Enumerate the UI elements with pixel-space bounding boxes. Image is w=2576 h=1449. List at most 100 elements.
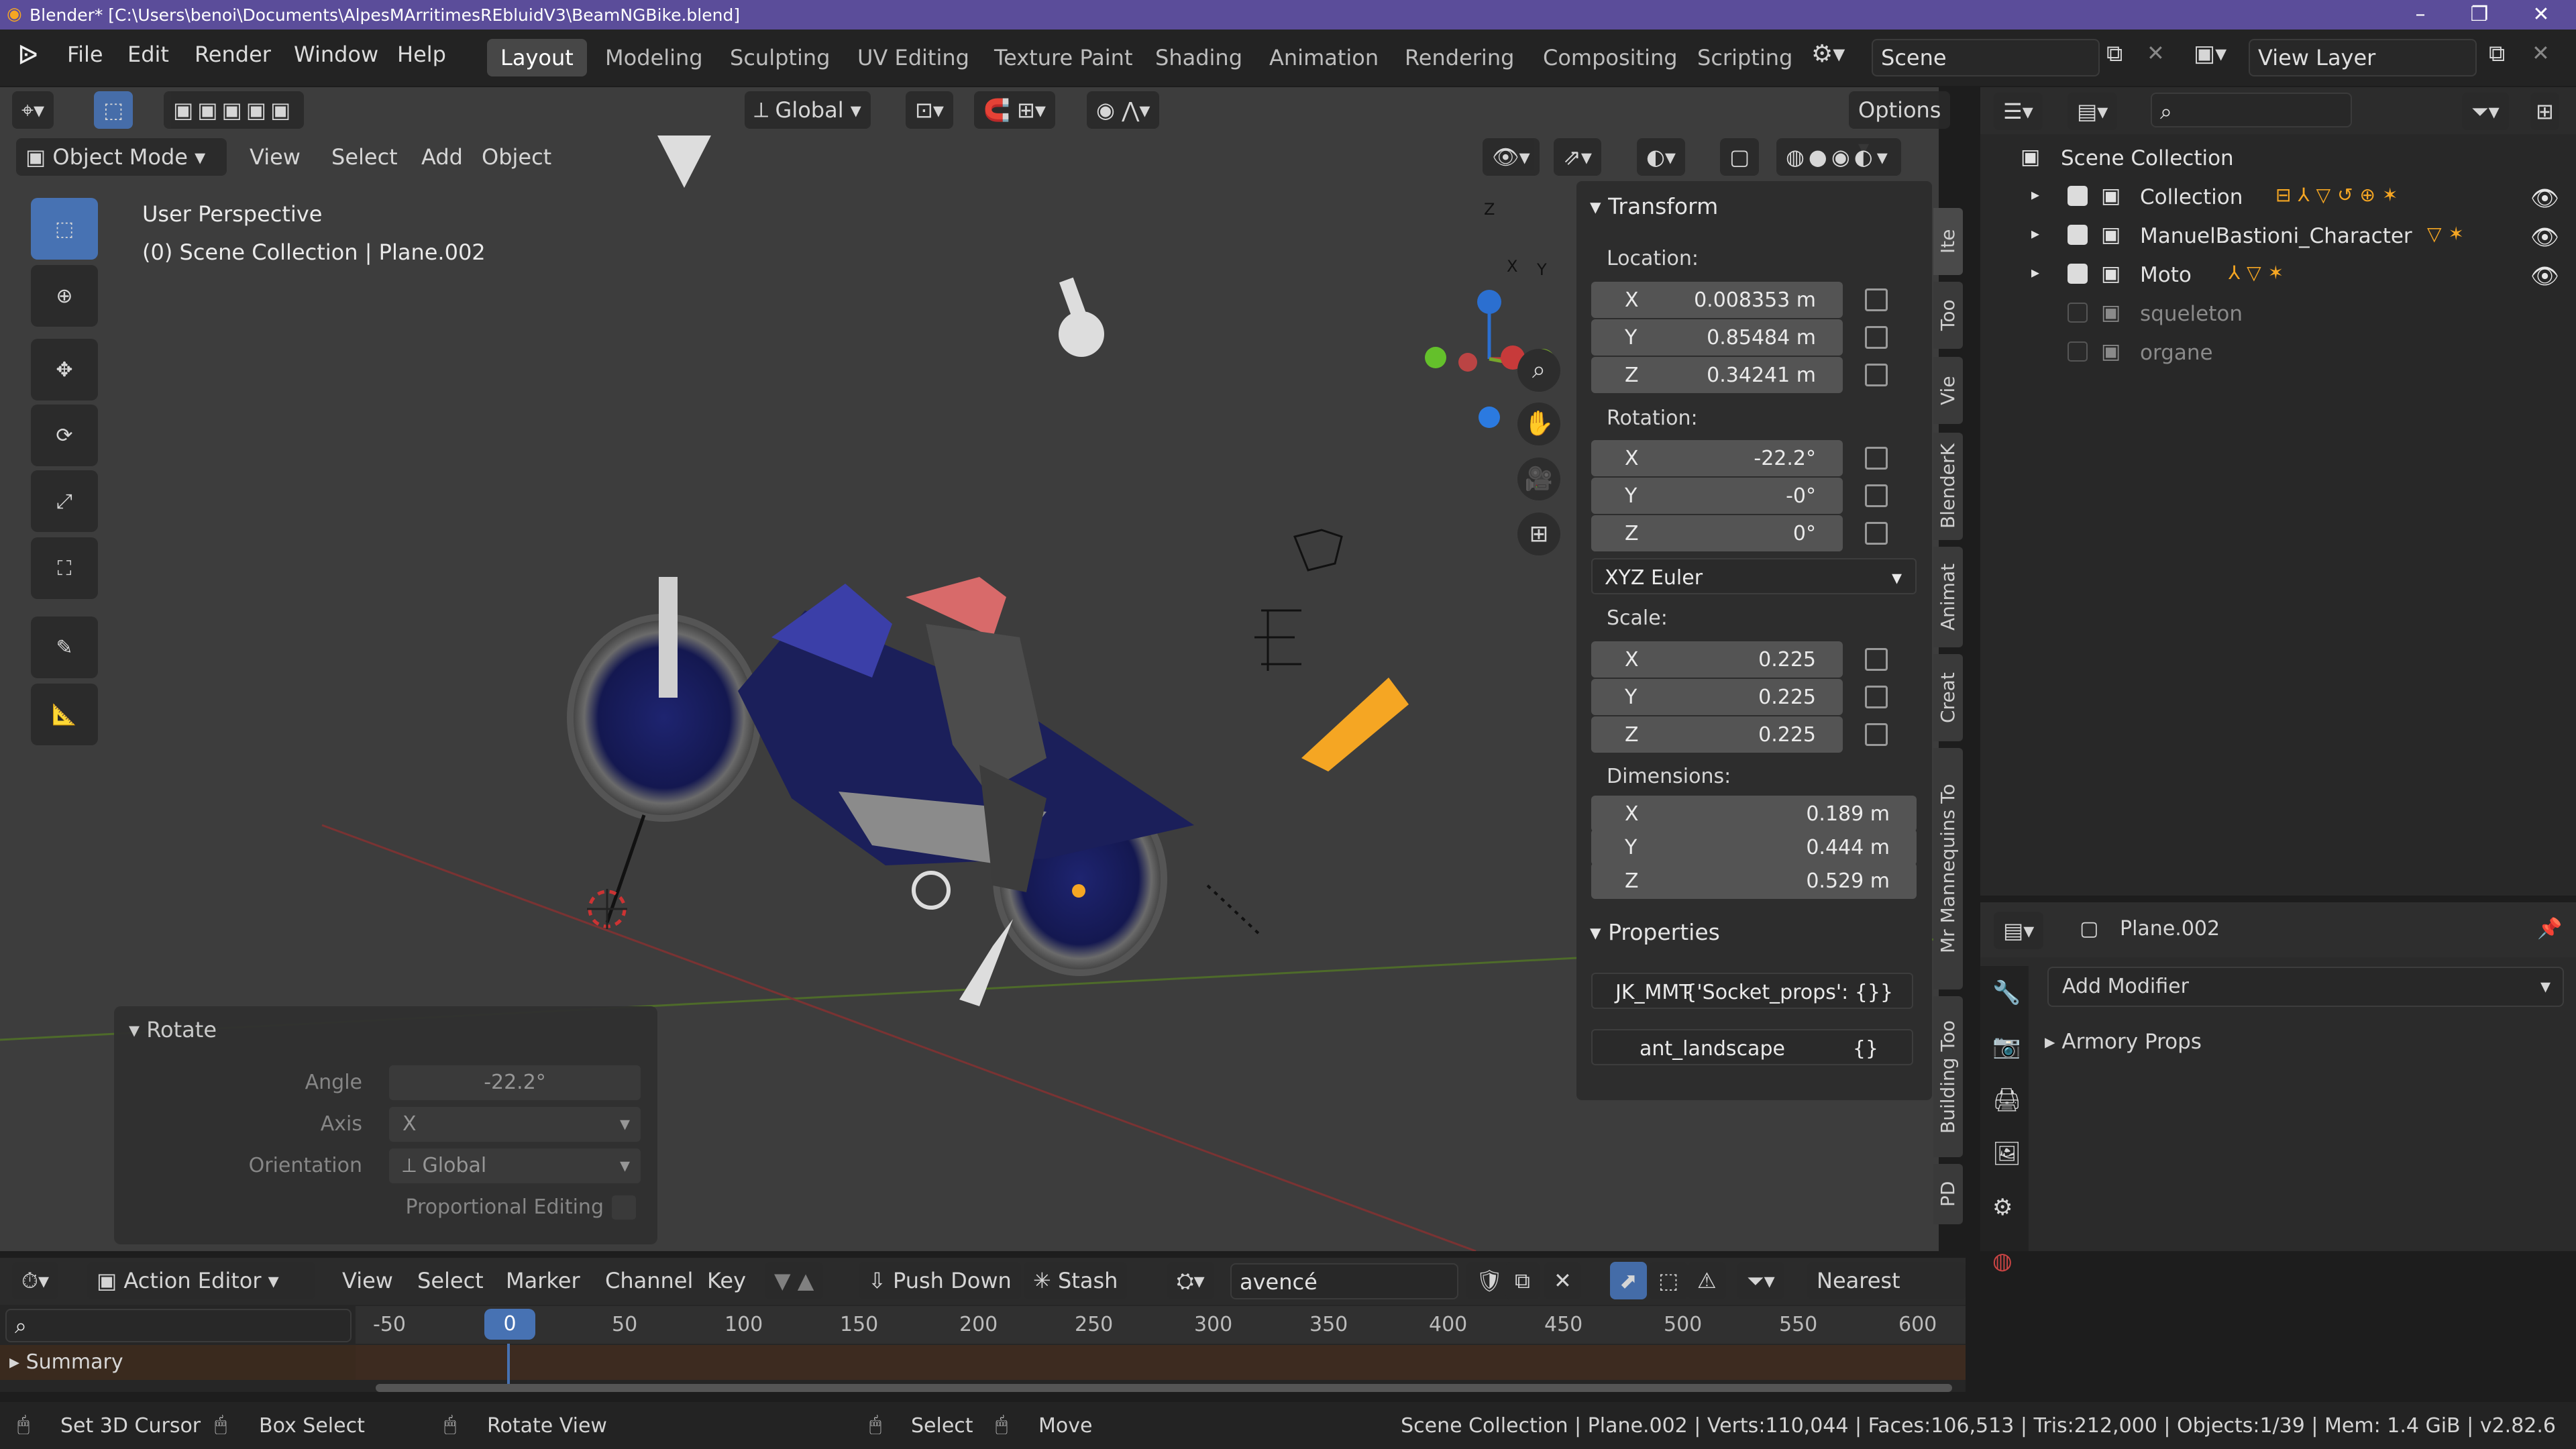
child-type-icons[interactable]: ⅄▽✶ [2229, 262, 2290, 284]
xray-icon[interactable]: ▢ [1720, 138, 1760, 176]
stash-button[interactable]: ✳ Stash [1024, 1262, 1128, 1299]
outliner-item-moto[interactable]: ▸ ▣ Moto ⅄▽✶ 👁 [1980, 255, 2576, 294]
lock-icon[interactable] [1865, 686, 1888, 708]
angle-field[interactable]: -22.2° [389, 1065, 641, 1100]
pan-hand-icon[interactable]: ✋ [1517, 402, 1560, 445]
expand-arrow-icon[interactable]: ▸ [2031, 185, 2039, 204]
add-modifier-dropdown[interactable]: Add Modifier ▾ [2047, 967, 2564, 1007]
tab-mr-mannequins[interactable]: Mr Mannequins To [1933, 748, 1963, 989]
minimize-icon[interactable]: – [2391, 0, 2450, 30]
options-dropdown[interactable]: Options ▾ [1849, 91, 1951, 160]
horizontal-scrollbar[interactable] [376, 1384, 1952, 1392]
tab-texture-paint[interactable]: Texture Paint [981, 39, 1146, 76]
lock-icon[interactable] [1865, 326, 1888, 349]
summary-track[interactable] [356, 1345, 1966, 1380]
action-name-field[interactable]: avencé [1230, 1263, 1458, 1299]
proportional-editing-checkbox[interactable] [612, 1195, 636, 1220]
lock-icon[interactable] [1865, 648, 1888, 671]
tab-layout[interactable]: Layout [487, 39, 587, 76]
exclude-checkbox[interactable] [2068, 341, 2088, 362]
snap-mode-dropdown[interactable]: Nearest Frame [1807, 1262, 1966, 1331]
tab-scripting[interactable]: Scripting [1684, 39, 1806, 76]
tab-animation[interactable]: Animat [1933, 547, 1963, 647]
filter-icon[interactable]: ⏷▾ [2462, 93, 2509, 130]
scene-name-field[interactable]: Scene [1872, 39, 2100, 76]
lock-icon[interactable] [1865, 484, 1888, 507]
custom-prop-jk-mmt[interactable]: JK_MMT {'Socket_props': {}} [1591, 973, 1913, 1009]
close-icon[interactable]: ✕ [2512, 0, 2571, 30]
viewport-menu-select[interactable]: Select [322, 138, 407, 176]
exclude-checkbox[interactable] [2068, 186, 2088, 206]
tab-create[interactable]: Creat [1933, 654, 1963, 741]
tab-modeling[interactable]: Modeling [592, 39, 716, 76]
location-x-field[interactable]: X 0.008353 m [1591, 282, 1843, 318]
new-action-icon[interactable]: ⧉ [1505, 1262, 1540, 1299]
snap-icon[interactable]: 🧲 ⊞▾ [974, 91, 1055, 129]
render-props-icon[interactable]: 📷 [1992, 1033, 2021, 1060]
timeline-editor-type-icon[interactable]: ⏱▾ [12, 1262, 59, 1299]
rotate-tool-icon[interactable]: ⟳ [31, 405, 98, 466]
action-menu-channel[interactable]: Channel [596, 1262, 702, 1299]
eye-icon[interactable]: 👁 [2530, 263, 2559, 290]
viewport-menu-object[interactable]: Object [472, 138, 561, 176]
restore-icon[interactable]: ❐ [2450, 0, 2509, 30]
exclude-checkbox[interactable] [2068, 303, 2088, 323]
dimensions-z-field[interactable]: Z 0.529 m [1591, 863, 1917, 899]
tab-item[interactable]: Ite [1933, 208, 1963, 275]
outliner-item-manuelbastioni[interactable]: ▸ ▣ ManuelBastioni_Character ▽✶ 👁 [1980, 216, 2576, 255]
custom-prop-ant-landscape[interactable]: ant_landscape{} [1591, 1029, 1913, 1065]
lock-icon[interactable] [1865, 522, 1888, 545]
eye-icon[interactable]: 👁 [2530, 185, 2559, 212]
menu-file[interactable]: File [67, 42, 103, 67]
tab-animation[interactable]: Animation [1256, 39, 1392, 76]
lock-icon[interactable] [1865, 288, 1888, 311]
action-menu-view[interactable]: View [333, 1262, 402, 1299]
view-layer-props-icon[interactable]: 🖼 [1992, 1140, 2021, 1167]
location-z-field[interactable]: Z 0.34241 m [1591, 357, 1843, 393]
layer-prev-next-icon[interactable]: ▼ ▲ [765, 1262, 824, 1299]
tab-sculpting[interactable]: Sculpting [716, 39, 843, 76]
dimensions-x-field[interactable]: X 0.189 m [1591, 796, 1917, 832]
rotation-mode-dropdown[interactable]: XYZ Euler ▾ [1591, 558, 1917, 594]
tab-shading[interactable]: Shading [1142, 39, 1256, 76]
only-selected-icon[interactable]: ⬈ [1610, 1262, 1647, 1299]
action-menu-select[interactable]: Select [408, 1262, 493, 1299]
output-props-icon[interactable]: 🖨 [1992, 1087, 2021, 1114]
rotation-z-field[interactable]: Z 0° [1591, 515, 1843, 551]
rotate-panel-header[interactable]: ▾ Rotate [129, 1017, 217, 1042]
outliner-search-input[interactable]: ⌕ [2151, 93, 2352, 127]
push-down-button[interactable]: ⇩ Push Down [859, 1262, 1021, 1299]
new-view-layer-icon[interactable]: ⧉ [2489, 40, 2505, 67]
measure-tool-icon[interactable]: 📐 [31, 684, 98, 745]
menu-render[interactable]: Render [195, 42, 271, 67]
expand-arrow-icon[interactable]: ▸ [2031, 224, 2039, 243]
tab-pd[interactable]: PD [1933, 1164, 1963, 1224]
transform-section-header[interactable]: ▾ Transform [1590, 193, 1718, 219]
shading-mode-icons[interactable]: ◍●◉◐▾ [1776, 138, 1901, 176]
menu-edit[interactable]: Edit [127, 42, 169, 67]
action-menu-key[interactable]: Key [698, 1262, 755, 1299]
tab-tool[interactable]: Too [1933, 282, 1963, 349]
pin-icon[interactable]: 📌 [2537, 917, 2562, 941]
display-mode-icon[interactable]: ▤▾ [2068, 93, 2118, 130]
location-y-field[interactable]: Y 0.85484 m [1591, 319, 1843, 356]
view-layer-field[interactable]: View Layer [2249, 39, 2477, 76]
tab-uv-editing[interactable]: UV Editing [844, 39, 983, 76]
lock-icon[interactable] [1865, 364, 1888, 386]
unlink-action-icon[interactable]: ✕ [1544, 1262, 1581, 1299]
properties-editor-type-icon[interactable]: ▤▾ [1994, 912, 2044, 949]
select-tool-icon[interactable]: ⬚ [94, 91, 133, 129]
pivot-point-icon[interactable]: ⊡▾ [906, 91, 953, 129]
lock-icon[interactable] [1865, 447, 1888, 470]
blender-menu-icon[interactable]: ᐉ [17, 40, 38, 71]
gizmo-toggle-icon[interactable]: ⇗▾ [1554, 138, 1601, 176]
delete-view-layer-icon[interactable]: ✕ [2532, 40, 2550, 66]
scene-selector-icon[interactable]: ⚙▾ [1811, 40, 1845, 68]
mode-dropdown[interactable]: ▣ Object Mode ▾ [16, 138, 227, 176]
selection-mode-icons[interactable]: ▣▣▣▣▣ [164, 91, 305, 129]
tab-compositing[interactable]: Compositing [1529, 39, 1691, 76]
scene-props-icon[interactable]: ⚙ [1992, 1194, 2012, 1221]
zoom-icon[interactable]: ⌕ [1517, 349, 1560, 392]
scale-x-field[interactable]: X 0.225 [1591, 641, 1843, 678]
view-layer-icon[interactable]: ▣▾ [2194, 40, 2226, 67]
